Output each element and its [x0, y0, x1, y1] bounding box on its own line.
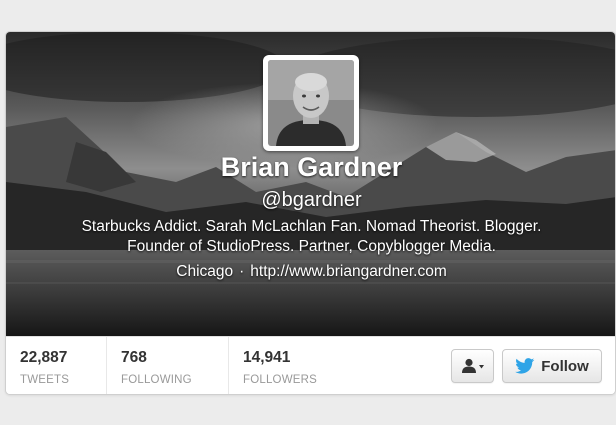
profile-url-link[interactable]: http://www.briangardner.com — [250, 263, 446, 280]
avatar[interactable] — [263, 55, 359, 151]
stat-value: 14,941 — [243, 349, 291, 366]
stat-value: 22,887 — [20, 349, 68, 366]
user-dropdown-icon — [461, 358, 484, 373]
stat-followers[interactable]: 14,941 FOLLOWERS — [229, 337, 379, 394]
profile-name: Brian Gardner — [220, 152, 403, 182]
stat-following[interactable]: 768 FOLLOWING — [107, 337, 229, 394]
stat-tweets[interactable]: 22,887 TWEETS — [6, 337, 107, 394]
profile-handle: @bgardner — [261, 189, 362, 211]
follow-button[interactable]: Follow — [502, 349, 602, 383]
profile-meta: Chicago · http://www.briangardner.com — [6, 263, 615, 281]
bio-line: Starbucks Addict. Sarah McLachlan Fan. N… — [81, 218, 542, 235]
follow-label: Follow — [541, 357, 589, 375]
stat-value: 768 — [121, 349, 147, 366]
stats-bar: 22,887 TWEETS 768 FOLLOWING 14,941 FOLLO… — [6, 336, 615, 394]
stat-label: FOLLOWING — [121, 374, 192, 386]
profile-card: Brian Gardner @bgardner Starbucks Addict… — [5, 31, 616, 395]
stat-label: TWEETS — [20, 374, 70, 386]
stat-label: FOLLOWERS — [243, 374, 318, 386]
profile-bio: Starbucks Addict. Sarah McLachlan Fan. N… — [6, 217, 615, 257]
twitter-bird-icon — [515, 358, 535, 374]
profile-header: Brian Gardner @bgardner Starbucks Addict… — [6, 32, 615, 336]
bio-line: Founder of StudioPress. Partner, Copyblo… — [127, 238, 496, 255]
user-actions-button[interactable] — [451, 349, 494, 383]
avatar-photo — [268, 60, 354, 146]
meta-separator: · — [239, 263, 245, 280]
profile-location: Chicago — [176, 263, 234, 280]
